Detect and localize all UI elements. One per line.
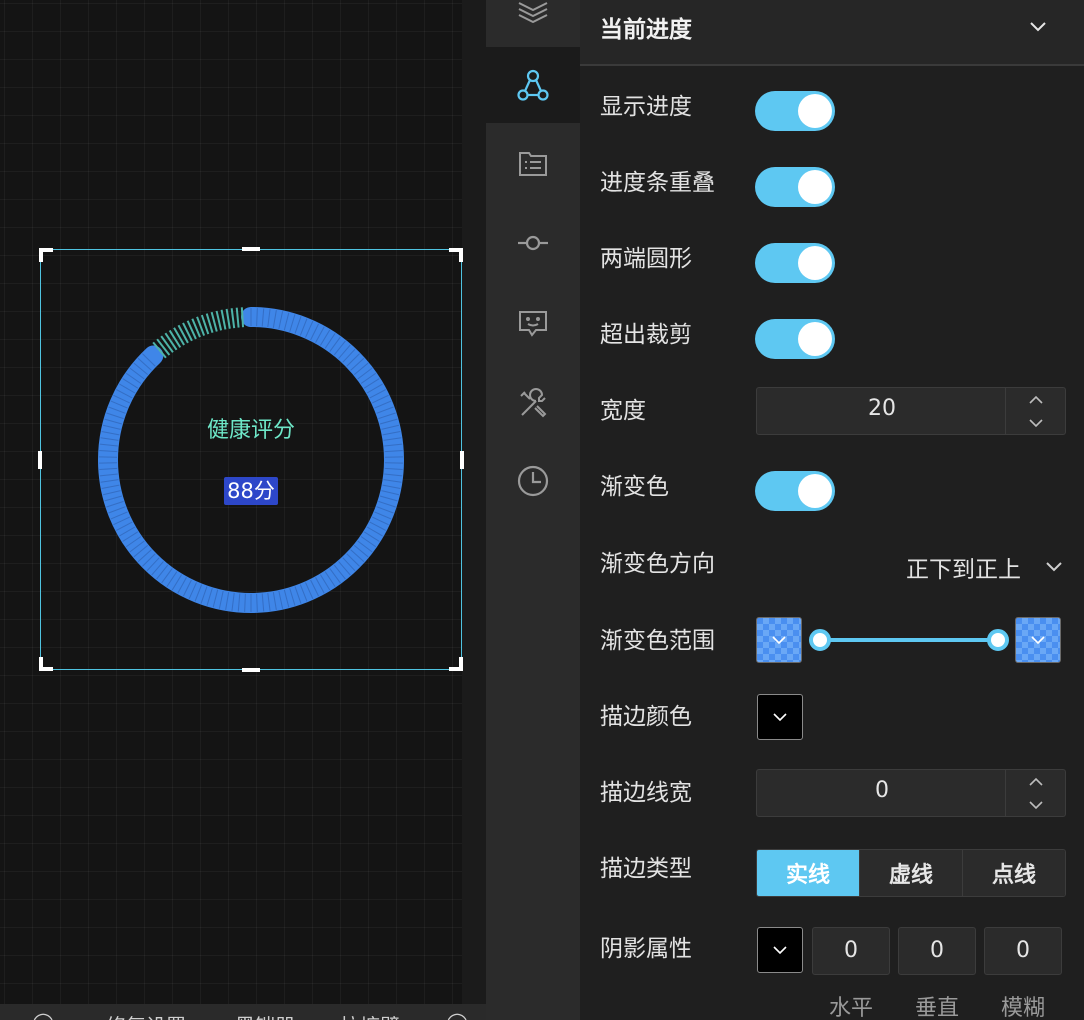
bottom-toolbar-item[interactable]: ◯ [32,1010,54,1020]
toggle-knob [798,322,832,356]
canvas-bottom-toolbar: ◯ ··· 修复设置 黑铠器 拉塘壁 ◯ [0,1004,486,1020]
stroke-type-dotted-option[interactable]: 点线 [962,850,1065,896]
widget-value-label[interactable]: 88分 [224,477,278,505]
gradient-end-color-picker[interactable] [1015,617,1061,663]
stroke-type-dashed-option[interactable]: 虚线 [859,850,962,896]
section-header[interactable]: 当前进度 [580,0,1084,66]
progress-remainder-ticks [152,307,245,359]
chevron-down-icon [1028,418,1043,427]
rail-item-nodes[interactable] [486,47,580,123]
chevron-down-icon [773,713,787,722]
resize-handle-bottom-left[interactable] [39,657,53,671]
shadow-blur-input[interactable]: 0 [984,927,1062,975]
resize-handle-top-left[interactable] [39,248,53,262]
bottom-toolbar-item[interactable]: ◯ [446,1010,468,1020]
selected-widget-frame[interactable]: 健康评分 88分 [38,247,464,672]
gradient-range-track[interactable] [820,638,998,642]
resize-handle-top-right[interactable] [449,248,463,262]
gradient-label: 渐变色 [600,474,669,500]
progress-ring-chart [98,307,404,613]
gradient-range-label: 渐变色范围 [600,628,715,654]
shadow-vertical-input[interactable]: 0 [898,927,976,975]
chevron-down-icon[interactable] [1044,556,1064,576]
toggle-knob [798,94,832,128]
gradient-direction-select[interactable]: 正下到正上 [906,550,1021,584]
nodes-icon [517,69,549,101]
canvas-scroll-shade [462,0,486,1004]
bottom-toolbar-item[interactable]: 修复设置 [106,1010,186,1020]
stroke-type-label: 描边类型 [600,856,692,882]
rail-item-tools[interactable] [486,366,580,442]
stroke-type-solid-option[interactable]: 实线 [757,850,859,896]
gradient-range-end-handle[interactable] [987,629,1009,651]
toggle-knob [798,246,832,280]
resize-handle-bottom-right[interactable] [449,657,463,671]
decrement-button[interactable] [1006,793,1065,816]
clip-toggle[interactable] [755,319,835,359]
bottom-toolbar-item[interactable]: 黑铠器 [235,1010,295,1020]
rail-item-interaction[interactable] [486,205,580,281]
shadow-vertical-caption: 垂直 [914,996,959,1020]
editor-canvas[interactable]: 健康评分 88分 ◯ ··· 修复设置 黑铠器 拉塘壁 ◯ [0,0,486,1020]
resize-handle-bottom[interactable] [242,668,260,672]
list-file-icon [519,152,547,176]
chevron-up-icon [1028,777,1043,786]
stroke-width-label: 描边线宽 [600,780,692,806]
increment-button[interactable] [1006,770,1065,793]
gradient-range-start-handle[interactable] [809,629,831,651]
resize-handle-left[interactable] [38,451,42,469]
chevron-down-icon [772,636,786,645]
stroke-width-number-input[interactable]: 0 [756,769,1066,817]
width-number-input[interactable]: 20 [756,387,1066,435]
width-label: 宽度 [600,398,646,424]
widget-title: 健康评分 [206,418,295,443]
gradient-direction-label: 渐变色方向 [600,551,715,577]
resize-handle-right[interactable] [460,451,464,469]
icon-rail [486,0,580,1020]
stroke-type-segmented: 实线 虚线 点线 [756,849,1066,897]
decrement-button[interactable] [1006,411,1065,434]
shadow-color-picker[interactable] [757,927,803,973]
gradient-toggle[interactable] [755,471,835,511]
round-cap-label: 两端圆形 [600,246,692,272]
rail-item-tooltip[interactable] [486,285,580,361]
clip-label: 超出裁剪 [600,322,692,348]
chevron-down-icon [1031,636,1045,645]
tools-icon [520,388,547,418]
shadow-horizontal-caption: 水平 [828,996,873,1020]
gradient-start-color-picker[interactable] [756,617,802,663]
increment-button[interactable] [1006,388,1065,411]
show-progress-toggle[interactable] [755,91,835,131]
toggle-knob [798,170,832,204]
round-cap-toggle[interactable] [755,243,835,283]
shadow-blur-caption: 模糊 [1000,996,1045,1020]
stroke-color-label: 描边颜色 [600,704,692,730]
stroke-width-value[interactable]: 0 [757,778,1007,803]
overlap-label: 进度条重叠 [600,170,715,196]
chevron-down-icon [1028,800,1043,809]
shadow-label: 阴影属性 [600,936,692,962]
commit-icon [518,235,548,251]
toggle-knob [798,474,832,508]
chevron-down-icon[interactable] [1028,16,1048,36]
width-value[interactable]: 20 [757,396,1007,421]
chat-smile-icon [519,311,547,337]
clock-icon [517,465,549,497]
shadow-horizontal-input[interactable]: 0 [812,927,890,975]
config-panel: 当前进度 显示进度 进度条重叠 两端圆形 超出裁剪 宽度 20 渐变色 渐变色方… [580,0,1084,1020]
resize-handle-top[interactable] [242,247,260,251]
section-title: 当前进度 [600,17,692,43]
progress-arc [98,307,404,613]
rail-item-layers[interactable] [486,0,580,46]
stroke-color-picker[interactable] [757,694,803,740]
layers-icon [518,2,548,23]
rail-item-history[interactable] [486,443,580,519]
chevron-up-icon [1028,395,1043,404]
show-progress-label: 显示进度 [600,94,692,120]
rail-item-data[interactable] [486,125,580,201]
bottom-toolbar-item[interactable]: 拉塘壁 [340,1010,400,1020]
overlap-toggle[interactable] [755,167,835,207]
bottom-toolbar-item[interactable]: ··· [78,1010,97,1020]
chevron-down-icon [773,946,787,955]
